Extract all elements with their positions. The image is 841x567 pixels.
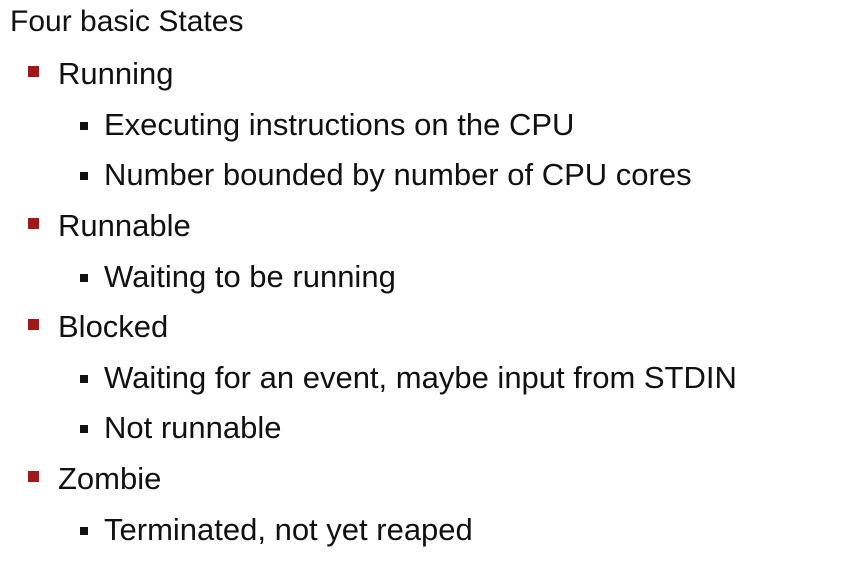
state-label: Zombie <box>58 461 162 496</box>
small-square-bullet-icon <box>80 375 88 383</box>
state-label: Running <box>58 56 174 91</box>
small-square-bullet-icon <box>80 172 88 180</box>
state-detail-text: Waiting for an event, maybe input from S… <box>104 360 737 395</box>
small-square-bullet-icon <box>80 122 88 130</box>
square-bullet-icon <box>28 471 39 482</box>
slide: Four basic States Running Executing inst… <box>0 0 841 567</box>
square-bullet-icon <box>28 319 39 330</box>
state-detail-text: Terminated, not yet reaped <box>104 512 473 547</box>
slide-title: Four basic States <box>10 5 244 38</box>
small-square-bullet-icon <box>80 274 88 282</box>
state-detail-text: Not runnable <box>104 410 282 445</box>
small-square-bullet-icon <box>80 425 88 433</box>
small-square-bullet-icon <box>80 527 88 535</box>
square-bullet-icon <box>28 218 39 229</box>
state-detail-text: Number bounded by number of CPU cores <box>104 157 692 192</box>
square-bullet-icon <box>28 66 39 77</box>
state-detail-text: Waiting to be running <box>104 259 396 294</box>
state-detail-text: Executing instructions on the CPU <box>104 107 575 142</box>
state-label: Blocked <box>58 309 169 344</box>
state-label: Runnable <box>58 208 191 243</box>
